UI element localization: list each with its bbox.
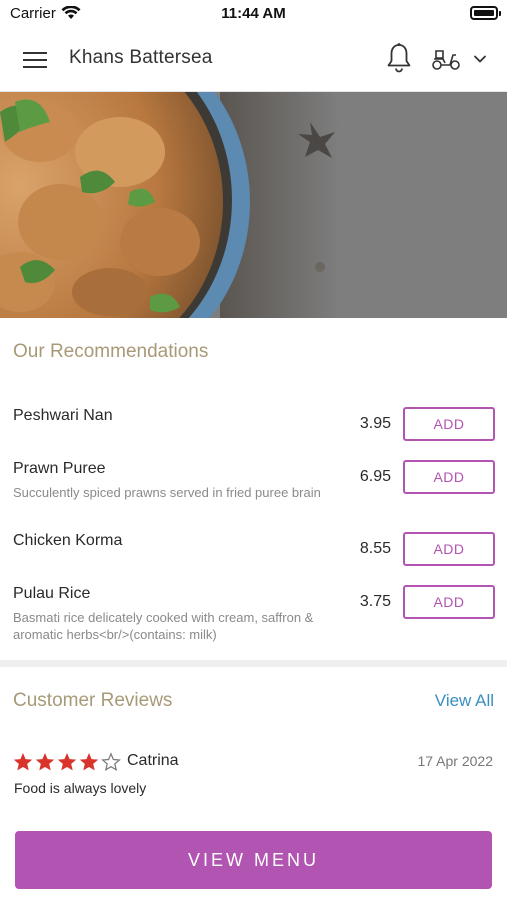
menu-icon[interactable]	[23, 50, 47, 70]
app-header: Khans Battersea	[0, 28, 507, 92]
item-description: Succulently spiced prawns served in frie…	[13, 485, 321, 500]
star-empty-icon	[101, 752, 121, 772]
battery-icon	[470, 6, 501, 20]
item-price: 3.75	[359, 593, 391, 610]
recommendations-heading: Our Recommendations	[13, 341, 209, 362]
scooter-icon[interactable]	[431, 47, 461, 71]
view-menu-button[interactable]: VIEW MENU	[15, 831, 492, 889]
status-time: 11:44 AM	[221, 5, 286, 22]
item-name: Pulau Rice	[13, 585, 91, 602]
add-button[interactable]: ADD	[403, 460, 495, 494]
hero-food-image	[0, 92, 507, 318]
star-filled-icon	[13, 753, 33, 771]
curry-bowl-illustration	[0, 92, 507, 318]
star-filled-icon	[57, 753, 77, 771]
item-price: 3.95	[359, 415, 391, 432]
star-filled-icon	[35, 753, 55, 771]
restaurant-title: Khans Battersea	[69, 47, 213, 68]
star-filled-icon	[79, 753, 99, 771]
item-name: Chicken Korma	[13, 532, 123, 549]
chevron-down-icon[interactable]	[473, 54, 487, 64]
reviews-heading: Customer Reviews	[13, 690, 173, 711]
bell-icon[interactable]	[386, 42, 412, 74]
item-description: Basmati rice delicately cooked with crea…	[13, 610, 314, 642]
reviewer-name: Catrina	[127, 752, 179, 769]
review-text: Food is always lovely	[14, 780, 147, 796]
add-button[interactable]: ADD	[403, 532, 495, 566]
add-button[interactable]: ADD	[403, 407, 495, 441]
item-price: 6.95	[359, 468, 391, 485]
item-name: Prawn Puree	[13, 460, 106, 477]
status-bar: Carrier 11:44 AM	[0, 0, 507, 28]
view-all-link[interactable]: View All	[435, 691, 494, 711]
item-price: 8.55	[359, 540, 391, 557]
review-date: 17 Apr 2022	[417, 753, 493, 769]
section-divider	[0, 660, 507, 667]
item-name: Peshwari Nan	[13, 407, 113, 424]
add-button[interactable]: ADD	[403, 585, 495, 619]
